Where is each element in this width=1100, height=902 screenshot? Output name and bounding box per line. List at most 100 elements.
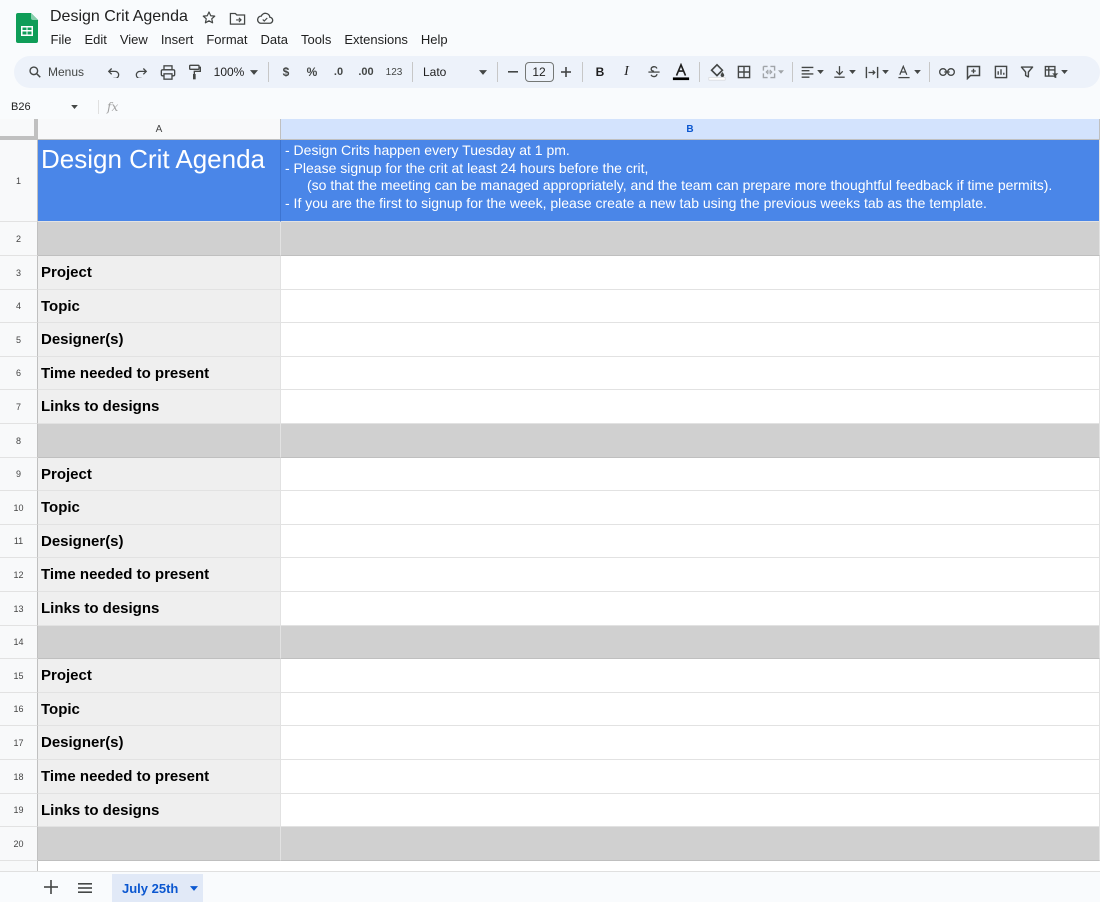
separator-cell[interactable] <box>281 424 1100 458</box>
text-wrapping-icon[interactable] <box>861 58 893 86</box>
row-header[interactable]: 7 <box>0 390 38 424</box>
row-header[interactable]: 3 <box>0 256 38 290</box>
increase-font-size-icon[interactable] <box>554 58 578 86</box>
menu-help[interactable]: Help <box>414 31 454 48</box>
document-title[interactable]: Design Crit Agenda <box>50 8 188 26</box>
redo-icon[interactable] <box>127 58 154 86</box>
value-cell[interactable] <box>281 693 1100 726</box>
field-label-cell[interactable]: Designer(s) <box>38 726 281 760</box>
menu-tools[interactable]: Tools <box>294 31 337 48</box>
field-label-cell[interactable]: Project <box>38 256 281 290</box>
row-header[interactable]: 5 <box>0 323 38 357</box>
bold-button[interactable]: B <box>587 58 613 86</box>
field-label-cell[interactable]: Time needed to present <box>38 558 281 592</box>
menu-format[interactable]: Format <box>200 31 254 48</box>
value-cell[interactable] <box>281 592 1100 626</box>
insert-link-icon[interactable] <box>934 58 960 86</box>
row-header[interactable]: 8 <box>0 424 38 458</box>
row-header[interactable]: 10 <box>0 491 38 525</box>
increase-decimal-button[interactable]: .00 <box>352 58 380 86</box>
filter-icon[interactable] <box>1014 58 1040 86</box>
row-header[interactable] <box>0 861 38 871</box>
row-header[interactable]: 16 <box>0 693 38 726</box>
borders-icon[interactable] <box>730 58 758 86</box>
value-cell[interactable] <box>281 794 1100 827</box>
menus-search-button[interactable]: Menus <box>18 58 100 86</box>
value-cell[interactable] <box>281 760 1100 794</box>
strikethrough-icon[interactable] <box>640 58 667 86</box>
menu-view[interactable]: View <box>113 31 154 48</box>
decrease-font-size-icon[interactable] <box>502 58 524 86</box>
value-cell[interactable] <box>281 659 1100 693</box>
row-header[interactable]: 11 <box>0 525 38 558</box>
value-cell[interactable] <box>281 558 1100 592</box>
field-label-cell[interactable]: Topic <box>38 290 281 323</box>
field-label-cell[interactable]: Links to designs <box>38 390 281 424</box>
value-cell[interactable] <box>281 357 1100 390</box>
chevron-down-icon[interactable] <box>190 885 199 891</box>
field-label-cell[interactable]: Designer(s) <box>38 323 281 357</box>
insert-comment-icon[interactable] <box>960 58 987 86</box>
value-cell[interactable] <box>281 491 1100 525</box>
field-label-cell[interactable]: Topic <box>38 693 281 726</box>
menu-data[interactable]: Data <box>254 31 294 48</box>
text-rotation-icon[interactable] <box>893 58 925 86</box>
menu-insert[interactable]: Insert <box>154 31 200 48</box>
field-label-cell[interactable]: Designer(s) <box>38 525 281 558</box>
text-color-icon[interactable] <box>667 58 695 86</box>
menu-file[interactable]: File <box>44 31 78 48</box>
menu-extensions[interactable]: Extensions <box>338 31 415 48</box>
row-header[interactable]: 19 <box>0 794 38 827</box>
insert-chart-icon[interactable] <box>987 58 1014 86</box>
separator-cell[interactable] <box>38 827 281 861</box>
row-header[interactable]: 20 <box>0 827 38 861</box>
row-header[interactable]: 4 <box>0 290 38 323</box>
currency-format-button[interactable]: $ <box>273 58 299 86</box>
row-header[interactable]: 9 <box>0 458 38 491</box>
fill-color-icon[interactable] <box>704 58 730 86</box>
row-header[interactable]: 14 <box>0 626 38 659</box>
percent-format-button[interactable]: % <box>299 58 325 86</box>
separator-cell[interactable] <box>38 626 281 659</box>
value-cell[interactable] <box>281 390 1100 424</box>
row-header[interactable]: 15 <box>0 659 38 693</box>
value-cell[interactable] <box>281 525 1100 558</box>
separator-cell[interactable] <box>38 424 281 458</box>
value-cell[interactable] <box>281 726 1100 760</box>
sheets-logo-icon[interactable] <box>16 13 38 43</box>
star-icon[interactable] <box>200 9 218 27</box>
move-folder-icon[interactable] <box>228 9 246 27</box>
field-label-cell[interactable]: Project <box>38 659 281 693</box>
field-label-cell[interactable]: Time needed to present <box>38 357 281 390</box>
merge-cells-icon[interactable] <box>758 58 788 86</box>
cloud-status-icon[interactable] <box>256 9 274 27</box>
row-header[interactable]: 13 <box>0 592 38 626</box>
menu-edit[interactable]: Edit <box>78 31 113 48</box>
font-size-input[interactable]: 12 <box>524 62 554 82</box>
add-sheet-icon[interactable] <box>44 880 58 899</box>
decrease-decimal-button[interactable]: .0 <box>325 58 352 86</box>
font-select[interactable]: Lato <box>417 58 493 86</box>
field-label-cell[interactable]: Topic <box>38 491 281 525</box>
all-sheets-list-icon[interactable] <box>78 881 92 899</box>
field-label-cell[interactable]: Project <box>38 458 281 491</box>
value-cell[interactable] <box>281 256 1100 290</box>
row-header[interactable]: 2 <box>0 222 38 256</box>
print-icon[interactable] <box>154 58 181 86</box>
row-header[interactable]: 12 <box>0 558 38 592</box>
sheet-tab-active[interactable]: July 25th <box>112 874 203 902</box>
value-cell[interactable] <box>281 290 1100 323</box>
agenda-instructions-cell[interactable]: - Design Crits happen every Tuesday at 1… <box>281 140 1100 222</box>
name-box[interactable]: B26 <box>0 101 86 113</box>
vertical-align-icon[interactable] <box>827 58 861 86</box>
undo-icon[interactable] <box>100 58 127 86</box>
select-all-corner[interactable] <box>0 119 38 140</box>
separator-cell[interactable] <box>38 222 281 256</box>
row-header[interactable]: 18 <box>0 760 38 794</box>
filter-views-icon[interactable] <box>1040 58 1072 86</box>
more-formats-button[interactable]: 123 <box>380 58 408 86</box>
column-header-b[interactable]: B <box>281 119 1100 140</box>
column-header-a[interactable]: A <box>38 119 281 140</box>
value-cell[interactable] <box>281 458 1100 491</box>
paint-format-icon[interactable] <box>181 58 208 86</box>
